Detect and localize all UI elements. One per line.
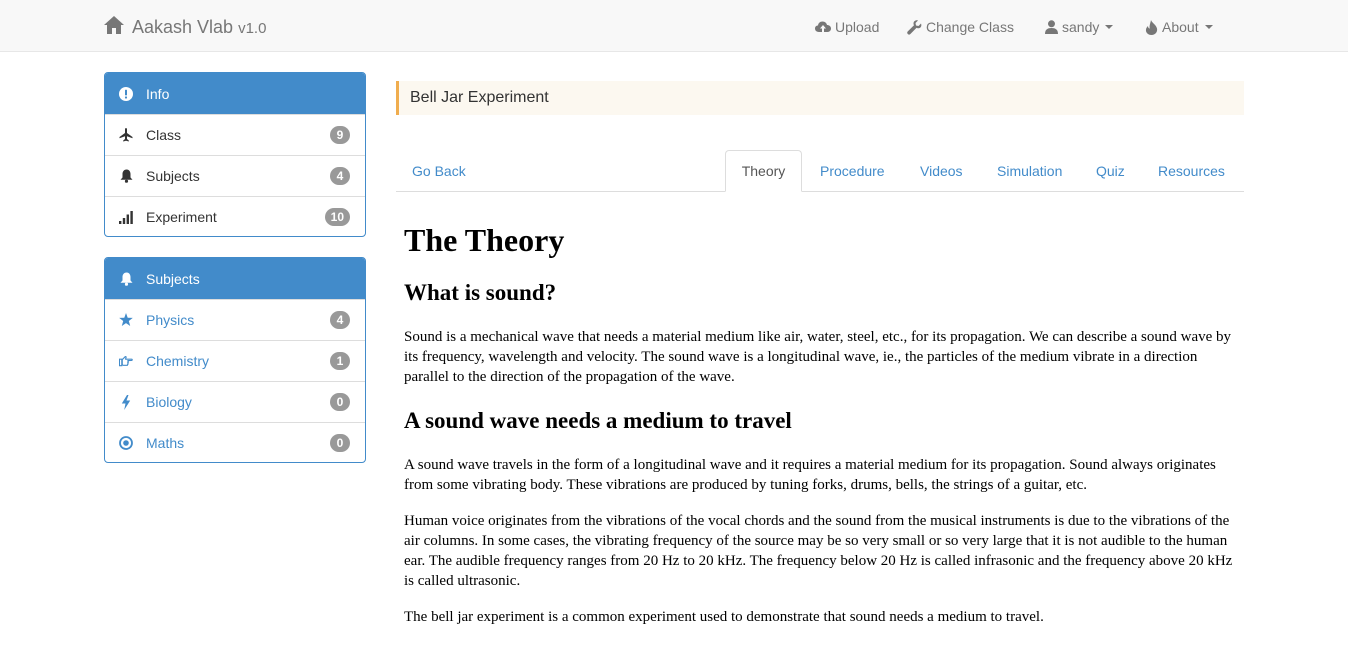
experiment-tabs: Go Back Theory Procedure Videos Simulati…	[396, 150, 1244, 192]
experiment-title-bar: Bell Jar Experiment	[396, 81, 1244, 115]
section-heading: What is sound?	[404, 280, 557, 305]
go-back-link[interactable]: Go Back	[412, 150, 466, 192]
subjects-panel-title: Subjects	[146, 270, 200, 287]
subjects-panel-header: Subjects	[105, 258, 365, 299]
about-label: About	[1162, 19, 1199, 35]
theory-content: The Theory What is sound? Sound is a mec…	[404, 222, 1236, 627]
home-icon	[104, 15, 124, 39]
change-class-label: Change Class	[926, 19, 1014, 35]
chevron-down-icon	[1105, 25, 1114, 29]
brand-link[interactable]: Aakash Vlab v1.0	[104, 15, 267, 39]
about-menu[interactable]: About	[1145, 17, 1213, 37]
bell-icon	[119, 169, 133, 183]
exclamation-sign-icon	[119, 86, 133, 101]
tab-procedure[interactable]: Procedure	[820, 150, 885, 192]
count-badge: 9	[330, 126, 350, 144]
count-badge: 0	[330, 434, 350, 452]
paragraph: The bell jar experiment is a common expe…	[404, 609, 1044, 625]
count-badge: 0	[330, 393, 350, 411]
navbar: Aakash Vlab v1.0 Upload Change Class san…	[0, 0, 1348, 52]
subject-item-label: Chemistry	[146, 353, 210, 369]
user-icon	[1045, 20, 1058, 34]
wrench-icon	[907, 19, 922, 35]
upload-link[interactable]: Upload	[815, 17, 879, 37]
paragraph: Sound is a mechanical wave that needs a …	[404, 329, 1232, 385]
info-item-label: Subjects	[146, 168, 200, 184]
subject-item-physics[interactable]: Physics 4	[105, 299, 365, 340]
info-panel: Info Class 9 Subjects 4 Experiment 10	[104, 72, 366, 237]
tab-theory[interactable]: Theory	[725, 150, 802, 192]
tab-quiz[interactable]: Quiz	[1096, 150, 1125, 192]
info-item-label: Class	[146, 127, 182, 143]
count-badge: 1	[330, 352, 350, 370]
plane-icon	[119, 128, 133, 142]
star-icon	[119, 313, 133, 327]
count-badge: 4	[330, 167, 350, 185]
subject-item-biology[interactable]: Biology 0	[105, 381, 365, 422]
hand-right-icon	[119, 355, 133, 367]
info-item-subjects[interactable]: Subjects 4	[105, 155, 365, 196]
info-item-label: Experiment	[146, 209, 217, 225]
tab-videos[interactable]: Videos	[920, 150, 963, 192]
flash-icon	[119, 394, 133, 410]
subject-item-label: Physics	[146, 312, 195, 328]
subject-item-chemistry[interactable]: Chemistry 1	[105, 340, 365, 381]
subject-item-label: Maths	[146, 435, 185, 451]
subject-item-maths[interactable]: Maths 0	[105, 422, 365, 462]
tab-resources[interactable]: Resources	[1158, 150, 1225, 192]
paragraph: A sound wave travels in the form of a lo…	[404, 457, 1216, 493]
paragraph: Human voice originates from the vibratio…	[404, 513, 1233, 589]
page-title: The Theory	[404, 222, 565, 258]
cloud-upload-icon	[815, 20, 831, 34]
info-panel-title: Info	[146, 85, 170, 102]
experiment-title: Bell Jar Experiment	[410, 89, 549, 106]
brand-version: v1.0	[238, 19, 267, 37]
info-item-class[interactable]: Class 9	[105, 114, 365, 155]
subjects-panel: Subjects Physics 4 Chemistry 1 Biology 0…	[104, 257, 366, 463]
record-icon	[119, 436, 133, 450]
change-class-link[interactable]: Change Class	[907, 17, 1014, 37]
subject-item-label: Biology	[146, 394, 192, 410]
user-name: sandy	[1062, 19, 1100, 35]
section-heading: A sound wave needs a medium to travel	[404, 408, 792, 433]
brand-name: Aakash Vlab	[132, 16, 234, 37]
signal-icon	[119, 210, 133, 224]
count-badge: 10	[324, 208, 350, 226]
chevron-down-icon	[1204, 25, 1213, 29]
info-item-experiment[interactable]: Experiment 10	[105, 196, 365, 236]
fire-icon	[1145, 19, 1158, 35]
count-badge: 4	[330, 311, 350, 329]
user-menu[interactable]: sandy	[1045, 17, 1114, 37]
info-panel-header: Info	[105, 73, 365, 114]
tab-simulation[interactable]: Simulation	[997, 150, 1062, 192]
upload-label: Upload	[835, 19, 880, 35]
bell-icon	[119, 272, 133, 286]
